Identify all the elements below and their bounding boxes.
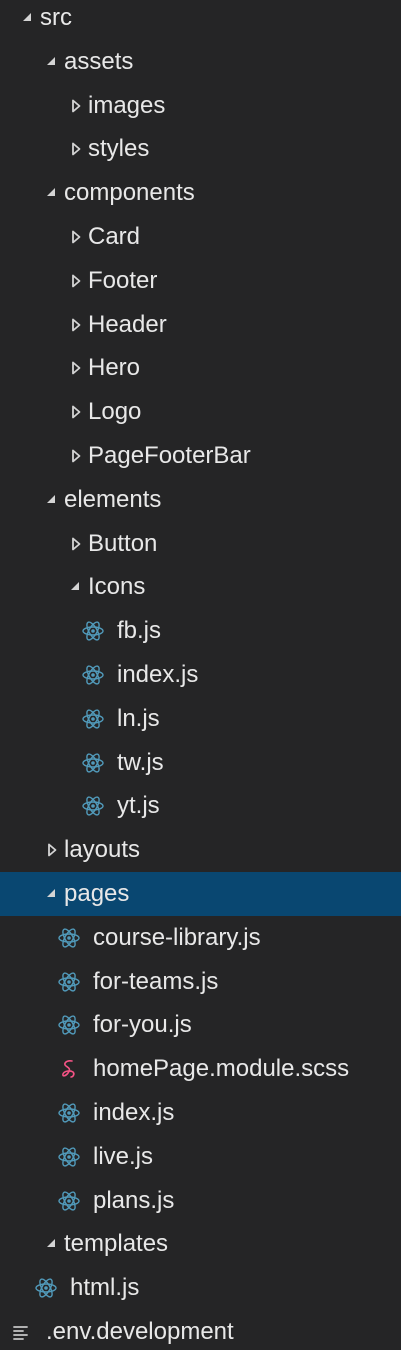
chevron-down-icon[interactable]	[64, 575, 88, 599]
file-index-js[interactable]: index.js	[0, 653, 401, 697]
tree-item-label: components	[64, 179, 195, 207]
react-icon	[57, 970, 81, 994]
folder-elements[interactable]: elements	[0, 478, 401, 522]
chevron-right-icon[interactable]	[64, 269, 88, 293]
chevron-right-icon[interactable]	[40, 838, 64, 862]
folder-assets[interactable]: assets	[0, 40, 401, 84]
folder-layouts[interactable]: layouts	[0, 828, 401, 872]
chevron-down-icon[interactable]	[16, 6, 40, 30]
tree-item-label: elements	[64, 485, 162, 513]
folder-pagefooterbar[interactable]: PageFooterBar	[0, 434, 401, 478]
tree-item-label: assets	[64, 47, 134, 75]
chevron-right-icon[interactable]	[64, 225, 88, 249]
tree-item-label: plans.js	[93, 1186, 175, 1214]
tree-item-label: tw.js	[117, 748, 164, 776]
react-icon	[81, 619, 105, 643]
react-icon	[57, 926, 81, 950]
file-tw-js[interactable]: tw.js	[0, 741, 401, 785]
tree-item-label: Hero	[88, 354, 141, 382]
tree-item-label: pages	[64, 880, 130, 907]
tree-item-label: src	[40, 4, 72, 31]
tree-item-label: html.js	[70, 1274, 140, 1302]
react-icon	[57, 1145, 81, 1169]
file-for-teams-js[interactable]: for-teams.js	[0, 960, 401, 1004]
text-lines-icon	[10, 1320, 34, 1344]
file-index-js[interactable]: index.js	[0, 1091, 401, 1135]
chevron-right-icon[interactable]	[64, 400, 88, 424]
chevron-right-icon[interactable]	[64, 313, 88, 337]
tree-item-label: images	[88, 91, 166, 119]
folder-images[interactable]: images	[0, 84, 401, 128]
folder-icons[interactable]: Icons	[0, 565, 401, 609]
file-html-js[interactable]: html.js	[0, 1266, 401, 1310]
tree-item-label: layouts	[64, 836, 141, 864]
chevron-right-icon[interactable]	[64, 137, 88, 161]
file-live-js[interactable]: live.js	[0, 1135, 401, 1179]
tree-item-label: homePage.module.scss	[93, 1055, 350, 1083]
folder-pages[interactable]: pages	[0, 872, 401, 916]
chevron-right-icon[interactable]	[64, 532, 88, 556]
file-env-development[interactable]: .env.development	[0, 1310, 401, 1350]
chevron-down-icon[interactable]	[40, 181, 64, 205]
file-homepage-module-scss[interactable]: homePage.module.scss	[0, 1047, 401, 1091]
chevron-right-icon[interactable]	[64, 94, 88, 118]
react-icon	[57, 1013, 81, 1037]
folder-button[interactable]: Button	[0, 522, 401, 566]
file-fb-js[interactable]: fb.js	[0, 609, 401, 653]
folder-templates[interactable]: templates	[0, 1222, 401, 1266]
file-for-you-js[interactable]: for-you.js	[0, 1003, 401, 1047]
folder-components[interactable]: components	[0, 171, 401, 215]
tree-item-label: live.js	[93, 1142, 154, 1170]
file-ln-js[interactable]: ln.js	[0, 697, 401, 741]
tree-item-label: Logo	[88, 398, 142, 426]
react-icon	[34, 1276, 58, 1300]
folder-styles[interactable]: styles	[0, 127, 401, 171]
react-icon	[81, 663, 105, 687]
folder-src[interactable]: src	[0, 0, 401, 40]
tree-item-label: .env.development	[46, 1318, 234, 1345]
folder-hero[interactable]: Hero	[0, 346, 401, 390]
file-plans-js[interactable]: plans.js	[0, 1179, 401, 1223]
folder-header[interactable]: Header	[0, 303, 401, 347]
tree-item-label: Footer	[88, 266, 158, 294]
tree-item-label: for-teams.js	[93, 967, 219, 995]
react-icon	[57, 1101, 81, 1125]
chevron-down-icon[interactable]	[40, 50, 64, 74]
tree-item-label: Card	[88, 223, 141, 250]
file-course-library-js[interactable]: course-library.js	[0, 916, 401, 960]
tree-item-label: index.js	[93, 1099, 175, 1126]
tree-item-label: ln.js	[117, 704, 160, 732]
chevron-right-icon[interactable]	[64, 356, 88, 380]
tree-item-label: course-library.js	[93, 923, 261, 951]
folder-footer[interactable]: Footer	[0, 259, 401, 303]
file-yt-js[interactable]: yt.js	[0, 784, 401, 828]
sass-icon	[57, 1057, 81, 1081]
tree-item-label: Button	[88, 529, 158, 557]
folder-logo[interactable]: Logo	[0, 390, 401, 434]
react-icon	[81, 794, 105, 818]
tree-item-label: for-you.js	[93, 1011, 192, 1039]
tree-item-label: fb.js	[117, 617, 162, 645]
chevron-down-icon[interactable]	[40, 488, 64, 512]
tree-item-label: index.js	[117, 661, 199, 688]
tree-item-label: Header	[88, 310, 167, 338]
tree-item-label: templates	[64, 1230, 169, 1258]
chevron-down-icon[interactable]	[40, 1232, 64, 1256]
chevron-down-icon[interactable]	[40, 882, 64, 906]
react-icon	[81, 751, 105, 775]
file-explorer-tree: src assets images styles components Card Foote…	[0, 0, 401, 1350]
chevron-right-icon[interactable]	[64, 444, 88, 468]
tree-item-label: Icons	[88, 573, 146, 601]
tree-item-label: PageFooterBar	[88, 442, 251, 469]
react-icon	[57, 1189, 81, 1213]
tree-item-label: styles	[88, 135, 150, 163]
tree-item-label: yt.js	[117, 792, 160, 820]
react-icon	[81, 707, 105, 731]
folder-card[interactable]: Card	[0, 215, 401, 259]
